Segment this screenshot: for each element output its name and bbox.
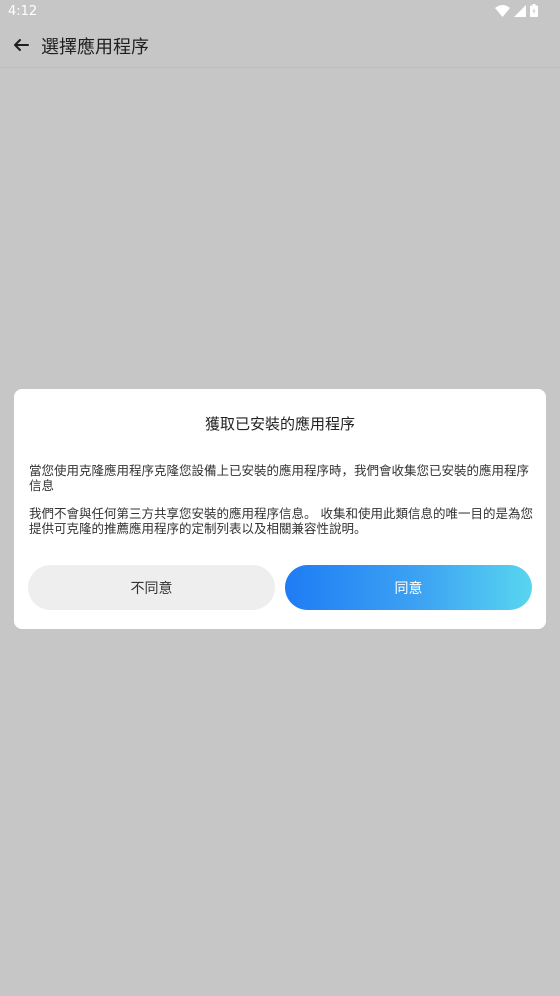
battery-icon <box>530 4 538 17</box>
permission-dialog: 獲取已安裝的應用程序 當您使用克隆應用程序克隆您設備上已安裝的應用程序時，我們會… <box>14 389 546 629</box>
page-title: 選擇應用程序 <box>41 37 149 58</box>
status-time: 4:12 <box>8 4 38 19</box>
dialog-paragraph-2: 我們不會與任何第三方共享您安裝的應用程序信息。 收集和使用此類信息的唯一目的是為… <box>29 506 533 536</box>
signal-icon <box>514 4 526 17</box>
status-icons <box>495 4 538 17</box>
back-arrow-icon[interactable] <box>10 34 32 56</box>
dialog-title: 獲取已安裝的應用程序 <box>204 415 355 433</box>
status-bar: 4:12 <box>0 0 560 24</box>
wifi-icon <box>495 4 510 17</box>
dialog-paragraph-1: 當您使用克隆應用程序克隆您設備上已安裝的應用程序時，我們會收集您已安裝的應用程序… <box>29 463 530 493</box>
agree-button[interactable]: 同意 <box>285 565 532 610</box>
disagree-button[interactable]: 不同意 <box>28 565 275 610</box>
app-bar: 選擇應用程序 <box>0 24 560 68</box>
